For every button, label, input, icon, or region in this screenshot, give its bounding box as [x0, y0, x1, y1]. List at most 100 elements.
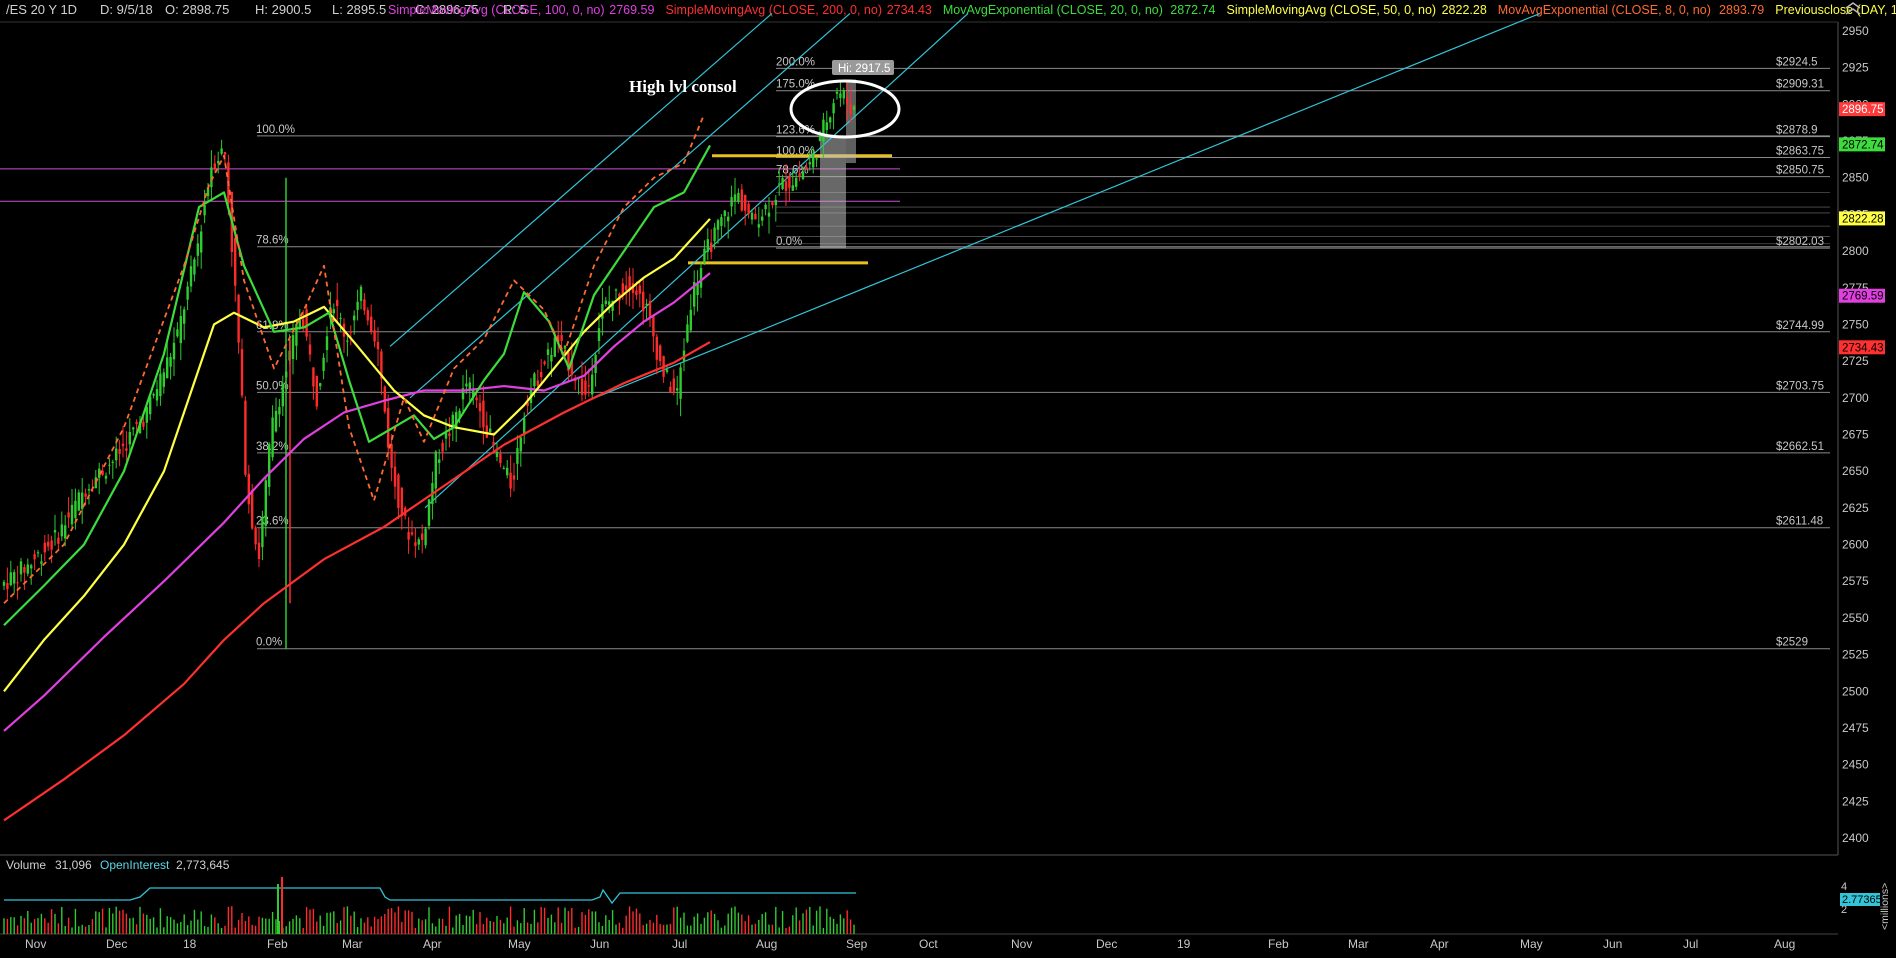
candle-body [67, 512, 70, 518]
candle-body [846, 97, 849, 104]
candle-body [689, 309, 692, 331]
candle-body [706, 239, 709, 252]
candle-body [659, 345, 662, 362]
candle-body [23, 567, 26, 573]
price-tick-label: 2750 [1842, 317, 1869, 331]
candle-body [791, 185, 794, 191]
candle-body [196, 243, 199, 256]
candle-body [614, 289, 618, 291]
fib-ext-price-label: $2924.5 [1776, 56, 1818, 68]
candle-body [832, 103, 835, 114]
price-tick-label: 2550 [1842, 611, 1869, 625]
candle-body [740, 189, 743, 211]
price-tick-label: 2450 [1842, 758, 1869, 772]
candle-body [132, 427, 135, 430]
time-tick-label: Jul [1683, 937, 1698, 951]
time-tick-label: May [1520, 937, 1543, 951]
regression-channel[interactable] [389, 12, 1541, 509]
price-tick-label: 2425 [1842, 794, 1869, 808]
candle-body [271, 417, 274, 458]
candle-body [696, 284, 699, 296]
oi-label: OpenInterest [100, 858, 170, 872]
candle-body [268, 444, 271, 487]
candle-body [771, 202, 774, 206]
fib-ext-price-label: $2878.9 [1776, 125, 1818, 137]
price-tag-label: 2896.75 [1842, 104, 1884, 116]
candle-body [359, 286, 363, 301]
candle-body [475, 397, 478, 401]
candle-body [376, 341, 380, 350]
candle-body [74, 500, 77, 518]
time-tick-label: Jun [590, 937, 609, 951]
time-tick-label: Aug [1774, 937, 1795, 951]
fib-ext-pct-label: 0.0% [776, 236, 802, 248]
candle-body [325, 336, 329, 350]
moving-average-line [3, 144, 711, 627]
candle-body [53, 530, 57, 533]
symbol-label[interactable]: /ES 20 Y 1D [6, 2, 77, 17]
candle-body [315, 375, 318, 407]
candle-body [186, 286, 189, 300]
candle-body [829, 117, 832, 123]
study-value: 2872.74 [1170, 3, 1215, 17]
price-tick-label: 2625 [1842, 501, 1869, 515]
candle-body [679, 367, 682, 399]
candle-body [849, 104, 852, 115]
candle-body [499, 453, 502, 464]
time-axis[interactable]: Nov Dec 18 Feb Mar Apr May Jun Jul Aug Sep Oct Nov De… [25, 937, 1795, 951]
candle-body [424, 528, 427, 546]
consolidation-ellipse[interactable] [789, 79, 901, 139]
time-tick-label: Nov [1011, 937, 1032, 951]
chart-canvas[interactable]: /ES 20 Y 1D D: 9/5/18 O: 2898.75 H: 2900… [0, 0, 1896, 958]
candle-body [200, 231, 203, 253]
candle-body [798, 173, 801, 176]
candle-body [234, 238, 237, 286]
candle-body [805, 167, 808, 170]
candle-body [774, 199, 777, 206]
header-bar: /ES 20 Y 1D D: 9/5/18 O: 2898.75 H: 2900… [6, 2, 1896, 17]
candle-body [835, 91, 839, 94]
fib-ext-pct-label: 200.0% [776, 56, 815, 68]
candle-body [410, 532, 414, 535]
candle-body [730, 197, 733, 207]
candle-body [546, 349, 550, 355]
candle-body [438, 459, 441, 463]
moving-average-line [3, 114, 705, 604]
candle-body [669, 386, 672, 393]
candle-body [57, 537, 60, 544]
price-tick-label: 2475 [1842, 721, 1869, 735]
annotation-text[interactable]: High lvl consol [629, 77, 737, 96]
price-tag-label: 2734.43 [1842, 342, 1884, 354]
oi-value: 2,773,645 [176, 858, 230, 872]
candle-body [387, 408, 390, 448]
candle-body [115, 448, 118, 461]
candle-body [597, 328, 601, 341]
candle-body [193, 259, 196, 275]
candle-body [812, 154, 815, 168]
candle-body [757, 224, 760, 228]
fib-retracement[interactable]: 100.0%78.6%61.8%$2744.9950.0%$2703.7538.… [256, 56, 1830, 650]
candle-body [339, 317, 342, 319]
candle-body [421, 533, 424, 540]
moving-average-line [3, 341, 711, 822]
candle-body [553, 337, 556, 357]
candle-body [87, 489, 91, 491]
price-tick-label: 2950 [1842, 24, 1869, 38]
candle-body [169, 356, 172, 367]
oi-tag: 2.77365 [1842, 894, 1882, 906]
candle-body [710, 242, 713, 253]
fib-ext-price-label: $2850.75 [1776, 165, 1824, 177]
candle-body [251, 490, 254, 529]
candle-body [489, 428, 492, 433]
candle-body [125, 448, 128, 451]
candle-body [703, 248, 706, 264]
candle-body [441, 442, 444, 452]
study-value: 2822.28 [1442, 3, 1487, 17]
candle-body [13, 572, 16, 584]
candle-body [778, 183, 781, 185]
time-tick-label: Apr [1430, 937, 1449, 951]
candle-body [223, 152, 227, 155]
volume-label: Volume [6, 858, 46, 872]
candle-body [506, 467, 509, 476]
candle-body [723, 210, 726, 217]
